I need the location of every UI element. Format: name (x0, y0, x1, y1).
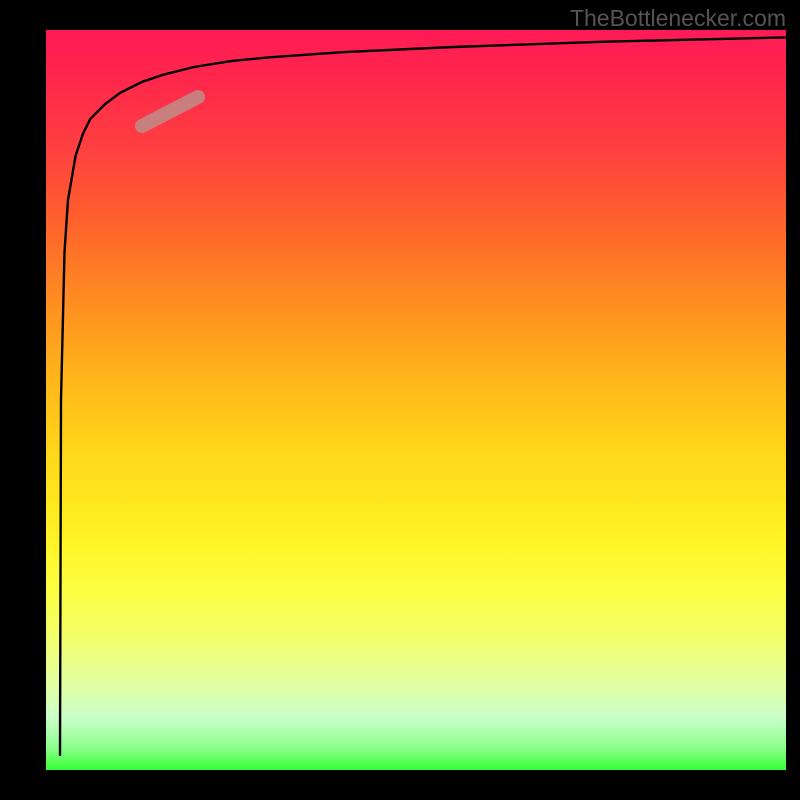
attribution-text: TheBottlenecker.com (570, 5, 786, 32)
curve-highlight (142, 97, 198, 126)
curve-line (60, 37, 786, 755)
plot-area (46, 30, 786, 770)
chart-container: TheBottlenecker.com (0, 0, 800, 800)
chart-svg (46, 30, 786, 770)
